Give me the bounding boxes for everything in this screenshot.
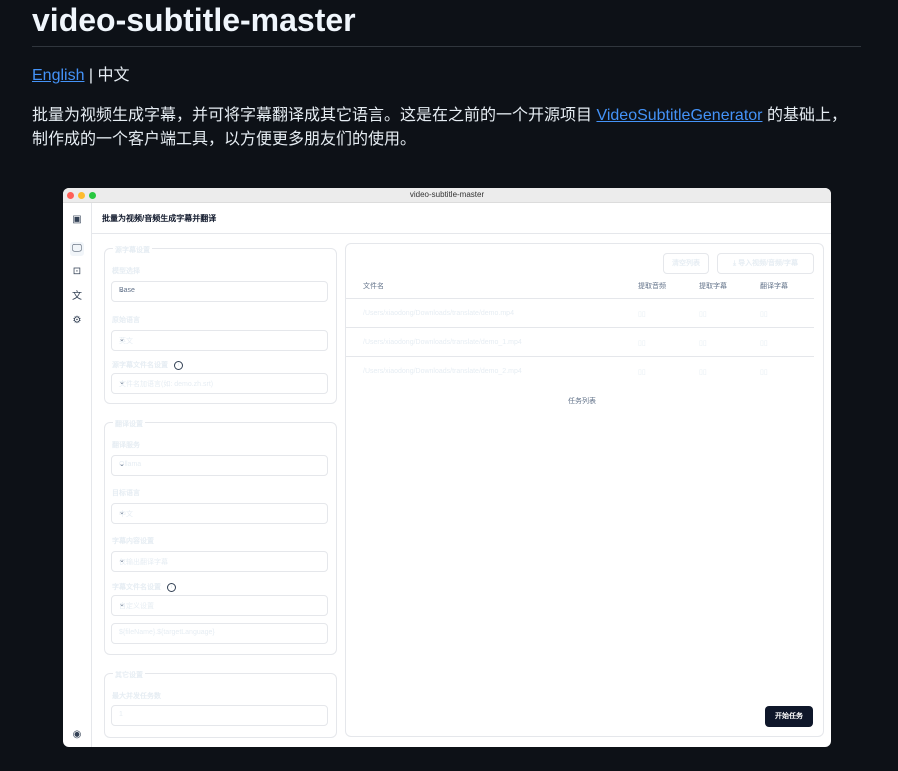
service-select[interactable]: Ollama ⌄: [111, 455, 328, 476]
source-filename-label-text: 源字幕文件名设置: [112, 362, 168, 369]
chevron-down-icon: ⌄: [119, 379, 125, 386]
column-header-translate: 翻译字幕: [760, 283, 788, 290]
row-extract-status: ▯▯: [699, 340, 707, 347]
app-header: 批量为视频/音频生成字幕并翻译: [92, 203, 831, 234]
row-filename: /Users/xiaodong/Downloads/translate/demo…: [363, 339, 522, 346]
lang-separator: |: [84, 67, 98, 84]
app-logo-icon: ▣: [72, 214, 82, 225]
sidebar: ▣ 🖵 ⊡ 文 ⚙ ◉: [63, 203, 92, 747]
start-task-button[interactable]: 开始任务: [765, 706, 813, 727]
translate-settings-title: 翻译设置: [113, 419, 145, 429]
row-extract-status: ▯▯: [699, 311, 707, 318]
source-language-label: 原始语言: [112, 317, 140, 324]
info-icon[interactable]: i: [167, 582, 176, 592]
table-caption: 任务列表: [568, 398, 596, 405]
heading-divider: [32, 46, 861, 47]
row-audio-status: ▯▯: [638, 369, 646, 376]
row-extract-status: ▯▯: [699, 369, 707, 376]
project-link[interactable]: VideoSubtitleGenerator: [596, 107, 762, 124]
language-switcher: English | 中文: [32, 66, 130, 86]
target-language-select[interactable]: 中文 ⌄: [111, 503, 328, 524]
row-translate-status: ▯▯: [760, 311, 768, 318]
chevron-down-icon: ⌄: [119, 287, 125, 294]
column-header-filename: 文件名: [363, 283, 384, 290]
concurrency-label: 最大并发任务数: [112, 693, 161, 700]
filename-template-input[interactable]: ${fileName}.${targetLanguage}: [111, 623, 328, 644]
monitor-icon[interactable]: 🖵: [70, 242, 84, 256]
readme-description: 批量为视频生成字幕，并可将字幕翻译成其它语言。这是在之前的一个开源项目 Vide…: [32, 104, 862, 152]
concurrency-input[interactable]: 1: [111, 705, 328, 726]
current-language: 中文: [97, 67, 130, 84]
target-filename-select[interactable]: 自定义设置 ⌄: [111, 595, 328, 616]
source-filename-select[interactable]: 文件名加语言(如: demo.zh.srt) ⌄: [111, 373, 328, 394]
clear-list-button[interactable]: 清空列表: [663, 253, 709, 274]
chevron-down-icon: ⌄: [119, 509, 125, 516]
source-settings-title: 源字幕设置: [113, 245, 152, 255]
gear-icon[interactable]: ⚙: [70, 314, 84, 328]
row-translate-status: ▯▯: [760, 340, 768, 347]
table-row[interactable]: /Users/xiaodong/Downloads/translate/demo…: [346, 327, 814, 357]
column-header-audio: 提取音频: [638, 283, 666, 290]
column-header-extract: 提取字幕: [699, 283, 727, 290]
source-language-select[interactable]: 英文 ⌄: [111, 330, 328, 351]
other-settings-title: 其它设置: [113, 670, 145, 680]
source-filename-label: 源字幕文件名设置 i: [112, 360, 183, 370]
translate-icon[interactable]: 文: [70, 290, 84, 304]
chevron-down-icon: ⌄: [119, 557, 125, 564]
app-heading: 批量为视频/音频生成字幕并翻译: [102, 214, 217, 223]
github-icon[interactable]: ◉: [70, 728, 84, 742]
target-language-label: 目标语言: [112, 490, 140, 497]
content-setting-select[interactable]: 仅输出翻译字幕 ⌄: [111, 551, 328, 572]
filename-template-value: ${fileName}.${targetLanguage}: [119, 629, 215, 636]
model-select[interactable]: Base ⌄: [111, 281, 328, 302]
target-filename-label-text: 字幕文件名设置: [112, 584, 161, 591]
title-bar: video-subtitle-master: [63, 188, 831, 203]
row-filename: /Users/xiaodong/Downloads/translate/demo…: [363, 310, 514, 317]
service-label: 翻译服务: [112, 442, 140, 449]
info-icon[interactable]: i: [174, 360, 183, 370]
table-row[interactable]: /Users/xiaodong/Downloads/translate/demo…: [346, 356, 814, 386]
row-audio-status: ▯▯: [638, 311, 646, 318]
import-button-label: 导入视频/音频/字幕: [738, 260, 798, 267]
chevron-down-icon: ⌄: [119, 461, 125, 468]
target-filename-label: 字幕文件名设置 i: [112, 582, 176, 592]
chevron-down-icon: ⌄: [119, 336, 125, 343]
english-link[interactable]: English: [32, 67, 84, 84]
chevron-down-icon: ⌄: [119, 601, 125, 608]
model-label: 模型选择: [112, 268, 140, 275]
row-translate-status: ▯▯: [760, 369, 768, 376]
window-title: video-subtitle-master: [409, 190, 485, 199]
readme-title: video-subtitle-master: [32, 2, 356, 38]
concurrency-value: 1: [119, 711, 123, 718]
import-button[interactable]: ⤓ 导入视频/音频/字幕: [717, 253, 814, 274]
row-audio-status: ▯▯: [638, 340, 646, 347]
content-setting-label: 字幕内容设置: [112, 538, 154, 545]
row-filename: /Users/xiaodong/Downloads/translate/demo…: [363, 368, 522, 375]
desc-text-1: 批量为视频生成字幕，并可将字幕翻译成其它语言。这是在之前的一个开源项目: [32, 107, 597, 124]
robot-icon[interactable]: ⊡: [70, 265, 84, 279]
table-row[interactable]: /Users/xiaodong/Downloads/translate/demo…: [346, 298, 814, 328]
